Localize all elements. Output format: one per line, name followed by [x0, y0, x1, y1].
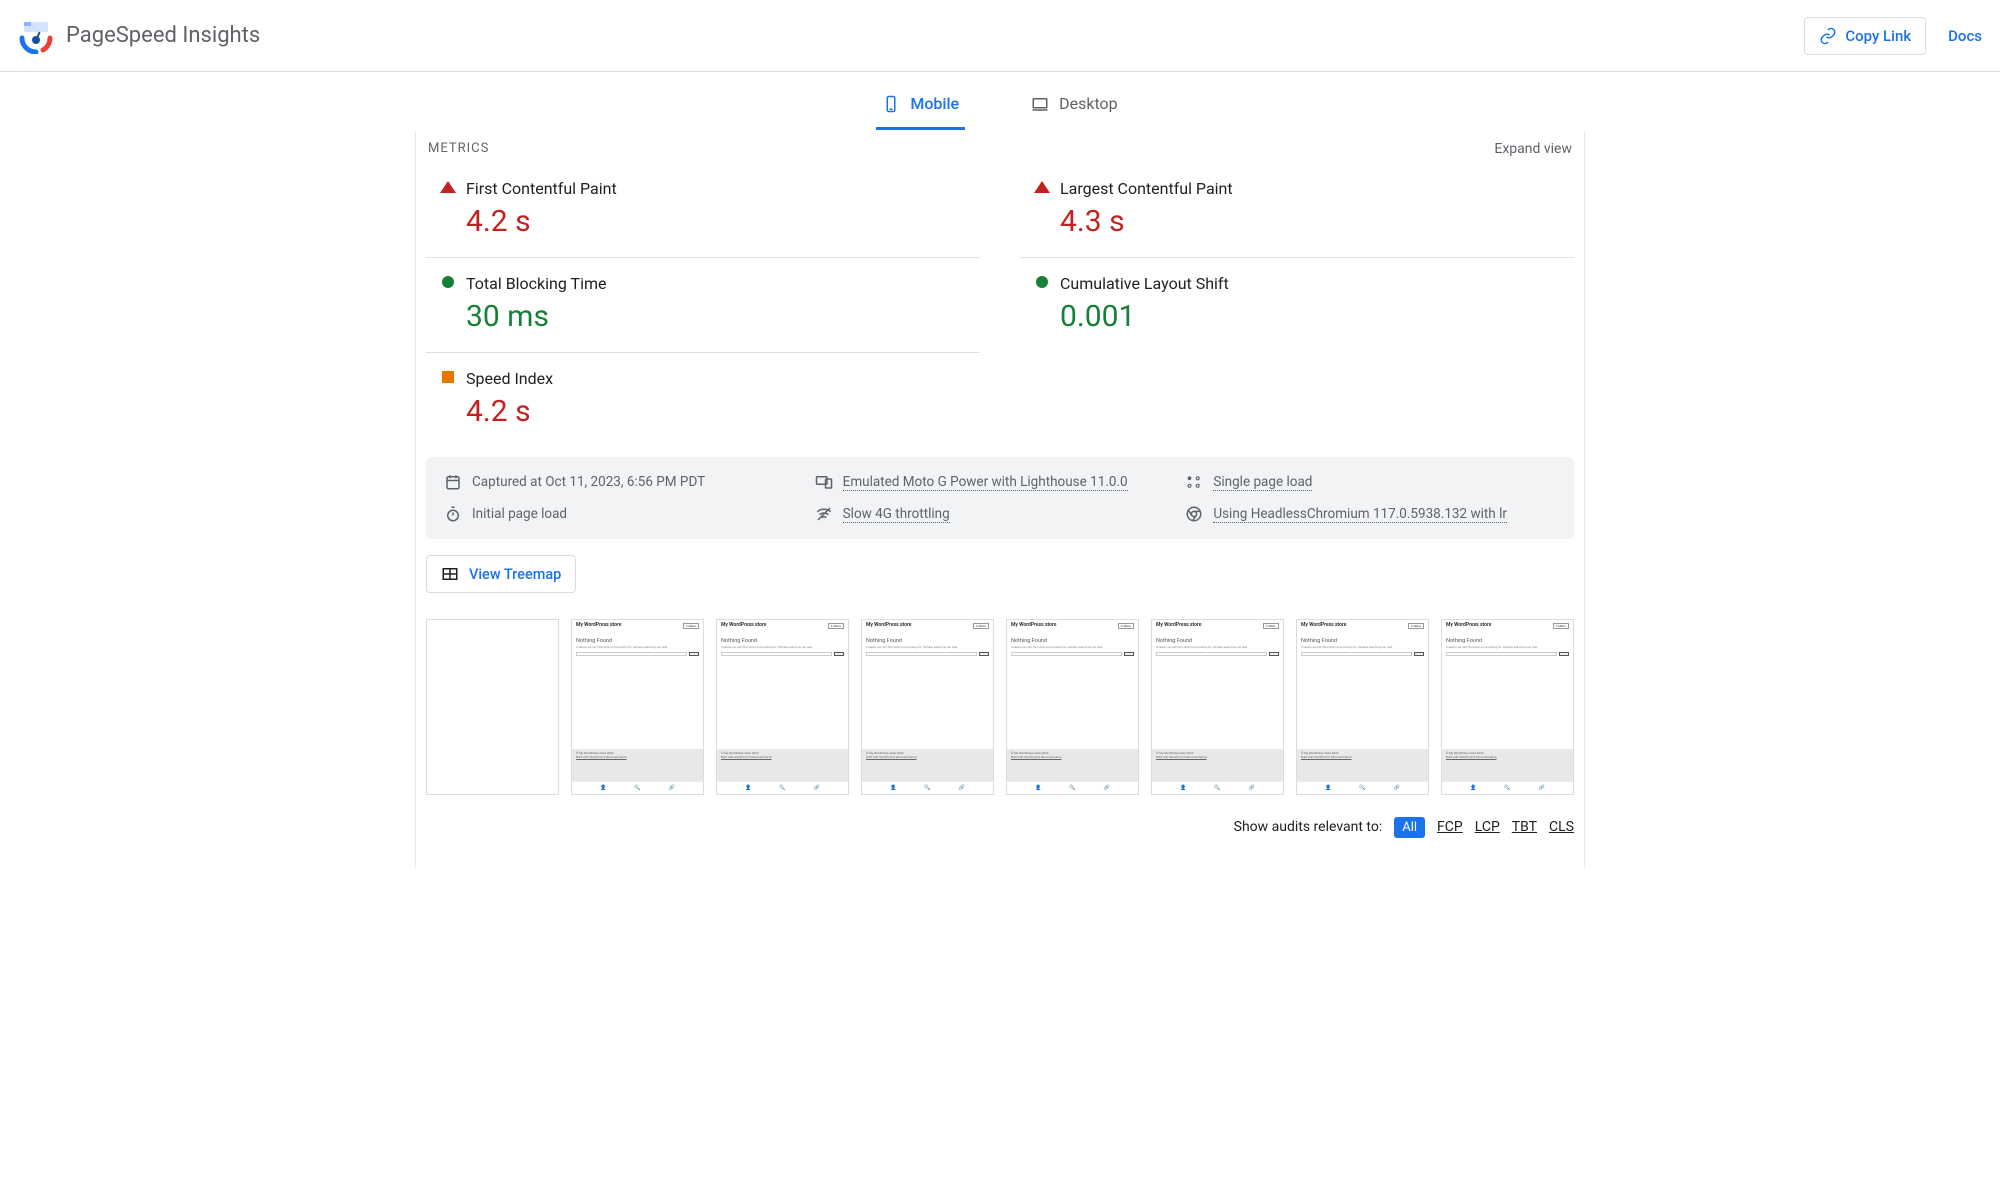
docs-link[interactable]: Docs [1948, 27, 1982, 45]
info-single-load[interactable]: Single page load [1185, 473, 1556, 491]
metric-tbt-value: 30 ms [466, 293, 976, 334]
filter-label: Show audits relevant to: [1234, 819, 1383, 835]
app-title: PageSpeed Insights [66, 23, 260, 48]
filmstrip-frame[interactable]: My WordPress store≡ MenuNothing FoundIt … [1151, 619, 1284, 795]
square-avg-icon [442, 371, 454, 383]
metric-si: Speed Index 4.2 s [426, 352, 980, 447]
metric-si-value: 4.2 s [466, 388, 976, 429]
filmstrip: My WordPress store≡ MenuNothing FoundIt … [426, 619, 1574, 795]
filmstrip-frame[interactable]: My WordPress store≡ MenuNothing FoundIt … [571, 619, 704, 795]
network-icon [815, 505, 833, 523]
link-icon [1819, 27, 1837, 45]
brand[interactable]: PageSpeed Insights [18, 18, 260, 54]
filter-cls[interactable]: CLS [1549, 819, 1574, 835]
metric-cls: Cumulative Layout Shift 0.001 [1020, 257, 1574, 352]
devices-icon [815, 473, 833, 491]
info-throttling[interactable]: Slow 4G throttling [815, 505, 1186, 523]
report-container: METRICS Expand view First Contentful Pai… [415, 131, 1585, 868]
info-browser[interactable]: Using HeadlessChromium 117.0.5938.132 wi… [1185, 505, 1556, 523]
filmstrip-frame[interactable]: My WordPress store≡ MenuNothing FoundIt … [1296, 619, 1429, 795]
metric-fcp-value: 4.2 s [466, 198, 976, 239]
triangle-fail-icon [1034, 181, 1050, 193]
chrome-icon [1185, 505, 1203, 523]
filter-all[interactable]: All [1394, 817, 1425, 838]
filter-fcp[interactable]: FCP [1437, 819, 1463, 835]
triangle-fail-icon [440, 181, 456, 193]
environment-info: Captured at Oct 11, 2023, 6:56 PM PDT Em… [426, 457, 1574, 539]
metric-lcp-value: 4.3 s [1060, 198, 1570, 239]
info-device[interactable]: Emulated Moto G Power with Lighthouse 11… [815, 473, 1186, 491]
treemap-icon [441, 565, 459, 583]
metric-cls-label: Cumulative Layout Shift [1060, 272, 1570, 293]
filmstrip-frame[interactable]: My WordPress store≡ MenuNothing FoundIt … [716, 619, 849, 795]
filmstrip-frame[interactable]: My WordPress store≡ MenuNothing FoundIt … [1441, 619, 1574, 795]
view-treemap-button[interactable]: View Treemap [426, 555, 576, 593]
metrics-header: METRICS Expand view [416, 131, 1584, 163]
desktop-icon [1031, 95, 1049, 113]
audit-filter: Show audits relevant to: All FCP LCP TBT… [426, 817, 1574, 838]
psi-logo-icon [18, 18, 54, 54]
circle-pass-icon [442, 276, 454, 288]
copy-link-label: Copy Link [1845, 27, 1911, 45]
metric-si-label: Speed Index [466, 367, 976, 388]
app-header: PageSpeed Insights Copy Link Docs [0, 0, 2000, 72]
metric-tbt: Total Blocking Time 30 ms [426, 257, 980, 352]
device-tabs: Mobile Desktop [0, 72, 2000, 131]
samples-icon [1185, 473, 1203, 491]
expand-view-button[interactable]: Expand view [1494, 141, 1572, 157]
tab-mobile[interactable]: Mobile [876, 82, 965, 130]
header-actions: Copy Link Docs [1804, 17, 1982, 55]
stopwatch-icon [444, 505, 462, 523]
calendar-icon [444, 473, 462, 491]
tab-desktop-label: Desktop [1059, 94, 1118, 113]
metric-tbt-label: Total Blocking Time [466, 272, 976, 293]
metric-lcp: Largest Contentful Paint 4.3 s [1020, 163, 1574, 257]
metric-cls-value: 0.001 [1060, 293, 1570, 334]
metric-lcp-label: Largest Contentful Paint [1060, 177, 1570, 198]
filter-tbt[interactable]: TBT [1512, 819, 1537, 835]
filmstrip-frame-blank[interactable] [426, 619, 559, 795]
metric-fcp: First Contentful Paint 4.2 s [426, 163, 980, 257]
info-captured: Captured at Oct 11, 2023, 6:56 PM PDT [444, 473, 815, 491]
treemap-label: View Treemap [469, 566, 561, 583]
metrics-title: METRICS [428, 141, 489, 157]
mobile-icon [882, 95, 900, 113]
copy-link-button[interactable]: Copy Link [1804, 17, 1926, 55]
filter-lcp[interactable]: LCP [1475, 819, 1500, 835]
filmstrip-frame[interactable]: My WordPress store≡ MenuNothing FoundIt … [1006, 619, 1139, 795]
metric-fcp-label: First Contentful Paint [466, 177, 976, 198]
filmstrip-frame[interactable]: My WordPress store≡ MenuNothing FoundIt … [861, 619, 994, 795]
info-initial-load: Initial page load [444, 505, 815, 523]
metrics-grid: First Contentful Paint 4.2 s Largest Con… [416, 163, 1584, 447]
circle-pass-icon [1036, 276, 1048, 288]
tab-desktop[interactable]: Desktop [1025, 82, 1124, 130]
tab-mobile-label: Mobile [910, 94, 959, 113]
